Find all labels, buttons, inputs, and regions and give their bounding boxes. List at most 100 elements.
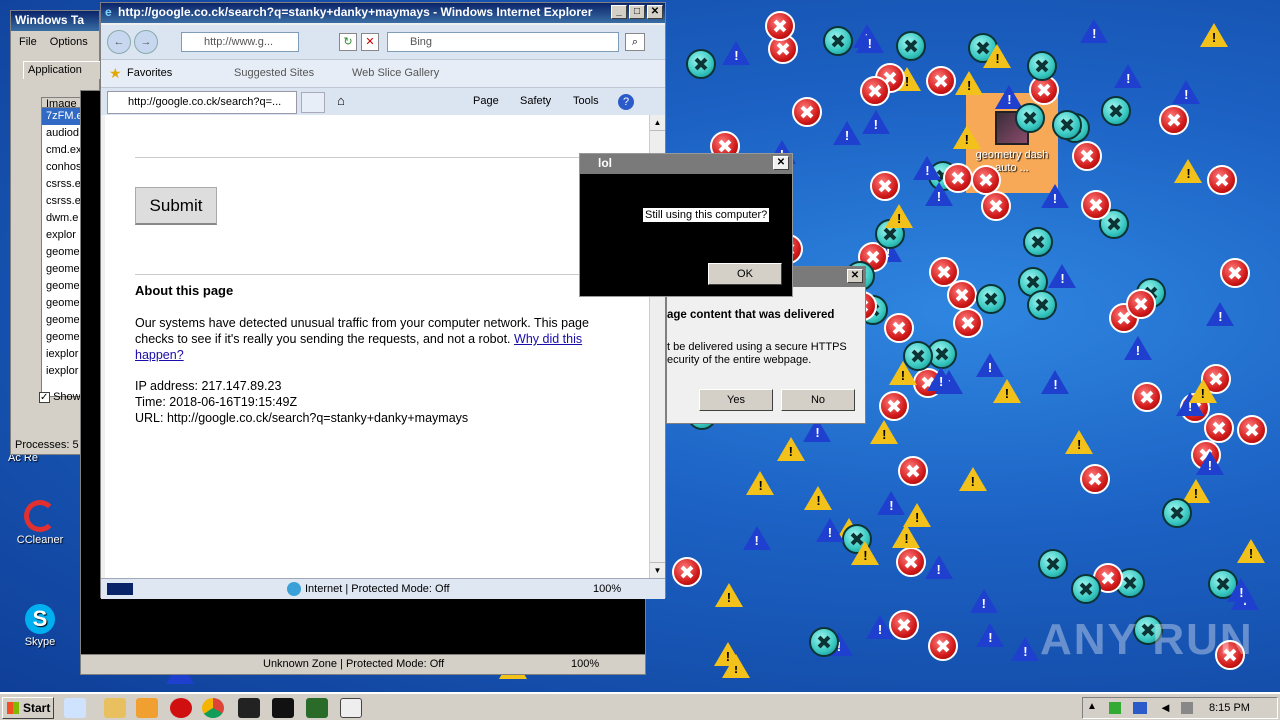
security-close-button[interactable]: ✕ — [847, 269, 863, 283]
cyan-x-icon — [685, 49, 716, 80]
warning-triangle-icon: ! — [1199, 22, 1228, 47]
media-player-taskbar-icon[interactable] — [136, 698, 158, 718]
ok-button[interactable]: OK — [708, 263, 782, 285]
calculator-taskbar-icon[interactable] — [340, 698, 362, 718]
search-icon[interactable]: ⌕ — [625, 33, 645, 51]
warning-triangle-icon: ! — [992, 378, 1021, 403]
cyan-x-icon — [1100, 95, 1131, 126]
windows-logo-icon — [7, 702, 19, 714]
clock[interactable]: 8:15 PM — [1209, 702, 1250, 714]
minimize-button[interactable]: _ — [611, 5, 627, 19]
error-x-icon — [1080, 189, 1111, 220]
ie-main-window[interactable]: e http://google.co.ck/search?q=stanky+da… — [100, 2, 666, 599]
menu-options[interactable]: Options — [50, 36, 88, 48]
error-x-icon — [1125, 288, 1156, 319]
web-slice-gallery-link[interactable]: Web Slice Gallery — [352, 67, 439, 79]
exclamation-icon: ! — [1092, 25, 1097, 41]
system-tray: ▲ ◄ 8:15 PM — [1082, 697, 1278, 719]
blue-warning-icon: ! — [1195, 450, 1224, 475]
explorer-taskbar-icon[interactable] — [104, 698, 126, 718]
menu-file[interactable]: File — [19, 36, 37, 48]
lol-titlebar[interactable]: lol ✕ — [580, 154, 792, 174]
error-x-icon — [671, 557, 702, 588]
zone-status: Internet | Protected Mode: Off — [305, 583, 450, 595]
forward-arrow-icon[interactable]: → — [134, 30, 158, 54]
tray-volume-icon[interactable]: ◄ — [1159, 700, 1172, 715]
ie-statusbar: Internet | Protected Mode: Off 100% — [101, 578, 665, 599]
favorites-button[interactable]: Favorites — [127, 67, 172, 79]
exclamation-icon: ! — [725, 649, 731, 665]
tray-network-icon[interactable] — [1133, 702, 1147, 714]
lol-close-button[interactable]: ✕ — [773, 156, 789, 170]
command-tools[interactable]: Tools — [573, 95, 599, 107]
exclamation-icon: ! — [1007, 92, 1012, 108]
scroll-up-icon[interactable]: ▲ — [650, 115, 665, 131]
blue-warning-icon: ! — [924, 181, 953, 206]
refresh-icon[interactable]: ↻ — [339, 33, 357, 51]
suggested-sites-link[interactable]: Suggested Sites — [234, 67, 314, 79]
exclamation-icon: ! — [1060, 271, 1065, 287]
warning-triangle-icon: ! — [958, 466, 987, 491]
warning-triangle-icon: ! — [746, 470, 775, 495]
exclamation-icon: ! — [1211, 29, 1217, 45]
task-manager-titlebar[interactable]: Windows Ta — [11, 11, 99, 31]
cyan-x-icon — [809, 626, 840, 657]
start-button[interactable]: Start — [2, 697, 54, 719]
exclamation-icon: ! — [936, 561, 941, 577]
ie-back-zoom[interactable]: 100% — [571, 658, 599, 670]
yes-button[interactable]: Yes — [699, 389, 773, 411]
tab-applications[interactable]: Application — [23, 61, 103, 79]
scroll-down-icon[interactable]: ▼ — [650, 562, 665, 578]
ip-address: IP address: 217.147.89.23 — [135, 379, 282, 393]
exclamation-icon: ! — [882, 426, 887, 442]
address-bar[interactable]: http://www.g... — [181, 32, 299, 52]
ccleaner-desktop-icon[interactable]: CCleaner — [0, 500, 80, 546]
error-x-icon — [878, 390, 909, 421]
ie-navigation-bar: ← → http://www.g... ↻ ✕ Bing ⌕ — [101, 25, 665, 59]
address-text: http://www.g... — [204, 36, 274, 48]
home-icon[interactable]: ⌂ — [337, 93, 345, 108]
tray-shield-icon[interactable] — [1181, 702, 1193, 714]
tray-flag-icon[interactable] — [1109, 702, 1121, 714]
back-arrow-icon[interactable]: ← — [107, 30, 131, 54]
search-input[interactable]: Bing — [387, 32, 619, 52]
lol-dialog[interactable]: lol ✕ Still using this computer? OK — [579, 153, 793, 297]
zoom-control[interactable]: 100% — [593, 583, 621, 595]
ie-titlebar[interactable]: e http://google.co.ck/search?q=stanky+da… — [101, 3, 665, 23]
error-x-icon — [896, 546, 927, 577]
blue-warning-icon: ! — [913, 156, 942, 181]
error-x-icon — [1207, 165, 1238, 196]
opera-taskbar-icon[interactable] — [170, 698, 192, 718]
exclamation-icon: ! — [904, 73, 910, 89]
tab-bar: http://google.co.ck/search?q=... ⌂ Page … — [101, 87, 665, 115]
chrome-taskbar-icon[interactable] — [202, 698, 224, 718]
ie-taskbar-icon[interactable] — [64, 698, 86, 718]
cmd-taskbar-icon[interactable] — [272, 698, 294, 718]
exclamation-icon: ! — [1248, 546, 1254, 562]
checkbox-icon: ✓ — [39, 392, 50, 403]
7zip-taskbar-icon[interactable] — [238, 698, 260, 718]
command-safety[interactable]: Safety — [520, 95, 551, 107]
new-tab-button[interactable] — [301, 92, 325, 113]
maximize-button[interactable]: □ — [629, 5, 645, 19]
stop-icon[interactable]: ✕ — [361, 33, 379, 51]
exclamation-icon: ! — [1004, 385, 1010, 401]
warning-triangle-icon: ! — [713, 642, 742, 667]
blue-warning-icon: ! — [1041, 370, 1070, 395]
tab-google[interactable]: http://google.co.ck/search?q=... — [107, 91, 297, 114]
tray-arrow-icon[interactable]: ▲ — [1087, 701, 1097, 712]
cyan-x-icon — [1023, 226, 1054, 257]
no-button[interactable]: No — [781, 389, 855, 411]
network-taskbar-icon[interactable] — [306, 698, 328, 718]
cyan-x-icon — [1162, 498, 1193, 529]
security-body: t be delivered using a secure HTTPS ecur… — [667, 341, 847, 366]
error-x-icon — [1159, 104, 1190, 135]
warning-triangle-icon: ! — [1188, 379, 1217, 404]
close-button[interactable]: ✕ — [647, 5, 663, 19]
help-icon[interactable]: ? — [618, 94, 634, 110]
blue-warning-icon: ! — [1227, 578, 1256, 603]
command-page[interactable]: Page — [473, 95, 499, 107]
skype-desktop-icon[interactable]: S Skype — [0, 604, 80, 648]
submit-button[interactable]: Submit — [135, 187, 217, 225]
show-all-checkbox[interactable]: ✓ Show — [39, 391, 81, 403]
